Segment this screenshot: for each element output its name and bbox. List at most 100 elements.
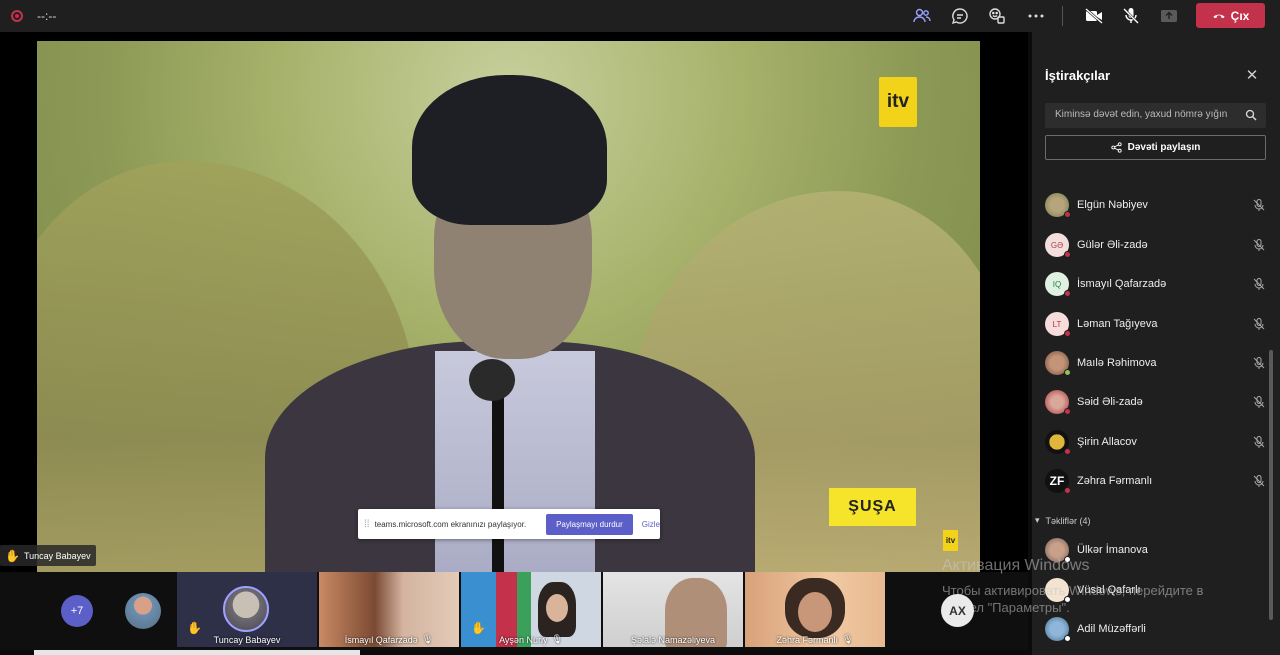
suggestions-section-header[interactable]: ▾ Təkliflər (4) — [1035, 515, 1091, 526]
shared-content-stage: itv ŞUŞA itv ⁞⁞ teams.microsoft.com ekra… — [0, 32, 1028, 572]
raised-hand-icon: ✋ — [187, 621, 202, 635]
mic-off-icon — [1252, 277, 1266, 291]
mic-off-icon[interactable] — [1120, 5, 1142, 27]
reactions-icon[interactable] — [986, 5, 1008, 27]
participant-tile[interactable]: İsmayıl Qafarzadə 🎙 — [319, 572, 459, 647]
more-options-icon[interactable] — [1025, 5, 1047, 27]
status-badge — [1064, 290, 1071, 297]
avatar — [223, 586, 269, 632]
share-invite-label: Dəvəti paylaşın — [1127, 142, 1201, 153]
mic-off-icon — [1252, 474, 1266, 488]
participant-name: İsmayıl Qafarzadə — [1077, 278, 1167, 290]
avatar — [1045, 390, 1071, 415]
city-caption: ŞUŞA — [829, 488, 916, 526]
presenter-name: Tuncay Babayev — [23, 550, 91, 561]
tile-name: Şəlalə Namazəliyeva — [630, 635, 716, 645]
stop-sharing-button[interactable]: Paylaşmayı durdur — [546, 513, 633, 535]
participant-name: Gülər Əli-zadə — [1077, 239, 1148, 251]
mic-off-icon: 🎙 — [842, 634, 854, 644]
windows-activation-title: Активация Windows — [942, 557, 1090, 574]
drag-handle-icon[interactable]: ⁞⁞ — [364, 519, 370, 530]
tile-name: İsmayıl Qafarzadə 🎙 — [344, 634, 434, 645]
leave-label: Çıx — [1230, 8, 1250, 23]
leave-button[interactable]: Çıx — [1196, 3, 1265, 28]
share-invite-button[interactable]: Dəvəti paylaşın — [1045, 135, 1266, 160]
status-badge — [1064, 211, 1071, 218]
participant-name: Ülkər İmanova — [1077, 544, 1148, 556]
presenter-name-tag: ✋ Tuncay Babayev — [0, 545, 96, 566]
mic-off-icon: 🎙 — [551, 634, 563, 644]
avatar — [1045, 430, 1071, 455]
participant-row[interactable]: Maılə Rəhimova — [1045, 349, 1266, 377]
shared-video: itv ŞUŞA itv — [37, 41, 980, 572]
avatar — [1045, 617, 1071, 642]
suggestion-row[interactable]: Adil Müzəffərli — [1045, 615, 1266, 643]
more-participants-button[interactable]: +7 — [61, 595, 93, 627]
participant-row[interactable]: Səid Əli-zadə — [1045, 388, 1266, 416]
camera-off-icon[interactable] — [1083, 5, 1105, 27]
participant-row[interactable]: Şirin Allacov — [1045, 428, 1266, 456]
share-screen-icon[interactable] — [1158, 5, 1180, 27]
raised-hand-icon: ✋ — [471, 621, 486, 635]
participant-name: Səid Əli-zadə — [1077, 396, 1143, 408]
status-badge — [1064, 448, 1071, 455]
mic-off-icon — [1252, 435, 1266, 449]
participant-name: Adil Müzəffərli — [1077, 623, 1146, 635]
avatar — [1045, 351, 1071, 376]
mic-off-icon — [1252, 317, 1266, 331]
participant-tile[interactable]: ✋ Ayşən Nuriy 🎙 — [461, 572, 601, 647]
microphone — [469, 359, 515, 401]
status-badge — [1064, 369, 1071, 376]
section-label: Təkliflər (4) — [1045, 515, 1091, 526]
participant-row[interactable]: LT Ləman Tağıyeva — [1045, 310, 1266, 338]
chevron-down-icon: ▾ — [1035, 515, 1040, 525]
mic-off-icon: 🎙 — [421, 634, 434, 644]
participant-name: Zəhra Fərmanlı — [1077, 475, 1153, 487]
hide-link[interactable]: Gizle — [642, 520, 660, 529]
avatar: GƏ — [1045, 233, 1071, 258]
microphone-stand — [492, 386, 504, 572]
mic-off-icon — [1252, 238, 1266, 252]
close-icon[interactable]: ✕ — [1244, 68, 1260, 84]
participants-icon[interactable] — [911, 5, 933, 27]
meeting-toolbar: --:-- Çıx — [0, 0, 1280, 32]
tile-name: Ayşən Nuriy 🎙 — [499, 634, 563, 645]
itv-logo: itv — [879, 77, 917, 127]
avatar: ZF — [1045, 469, 1071, 494]
recording-indicator-icon — [11, 10, 23, 22]
avatar[interactable] — [125, 593, 161, 629]
status-badge — [1064, 635, 1071, 642]
phone-hangup-icon — [1213, 14, 1225, 18]
participant-row[interactable]: IQ İsmayıl Qafarzadə — [1045, 270, 1266, 298]
chat-icon[interactable] — [949, 5, 971, 27]
participant-name: Ləman Tağıyeva — [1077, 318, 1158, 330]
avatar: IQ — [1045, 272, 1071, 297]
share-message: teams.microsoft.com ekranınızı paylaşıyo… — [374, 519, 527, 529]
mic-off-icon — [1252, 356, 1266, 370]
panel-title: İştirakçılar — [1045, 68, 1111, 83]
status-badge — [1064, 251, 1071, 258]
singer-hat — [412, 75, 607, 225]
participant-name: Şirin Allacov — [1077, 436, 1137, 448]
participant-row[interactable]: Elgün Nəbiyev — [1045, 191, 1266, 219]
mic-off-icon — [1252, 395, 1266, 409]
ax-avatar-badge[interactable]: AX — [941, 594, 974, 627]
windows-activation-message: Чтобы активировать Windows, перейдите в … — [942, 583, 1204, 615]
participant-tile[interactable]: ✋ Tuncay Babayev — [177, 572, 317, 647]
raised-hand-icon: ✋ — [5, 548, 20, 563]
screen-share-bar: ⁞⁞ teams.microsoft.com ekranınızı paylaş… — [358, 509, 660, 539]
mic-off-icon — [1252, 198, 1266, 212]
panel-scrollbar[interactable] — [1269, 350, 1273, 620]
invite-search-input[interactable]: Kiminsə dəvət edin, yaxud nömrə yığın — [1045, 103, 1266, 128]
participant-name: Elgün Nəbiyev — [1077, 199, 1148, 211]
search-icon[interactable] — [1245, 109, 1257, 121]
avatar: LT — [1045, 312, 1071, 337]
status-badge — [1064, 487, 1071, 494]
participant-row[interactable]: ZF Zəhra Fərmanlı — [1045, 467, 1266, 495]
avatar — [1045, 193, 1071, 218]
share-icon — [1110, 142, 1122, 153]
meeting-timer: --:-- — [37, 9, 57, 23]
participant-tile[interactable]: Zəhra Fərmanlı 🎙 — [745, 572, 885, 647]
participant-tile[interactable]: Şəlalə Namazəliyeva — [603, 572, 743, 647]
participant-row[interactable]: GƏ Gülər Əli-zadə — [1045, 231, 1266, 259]
